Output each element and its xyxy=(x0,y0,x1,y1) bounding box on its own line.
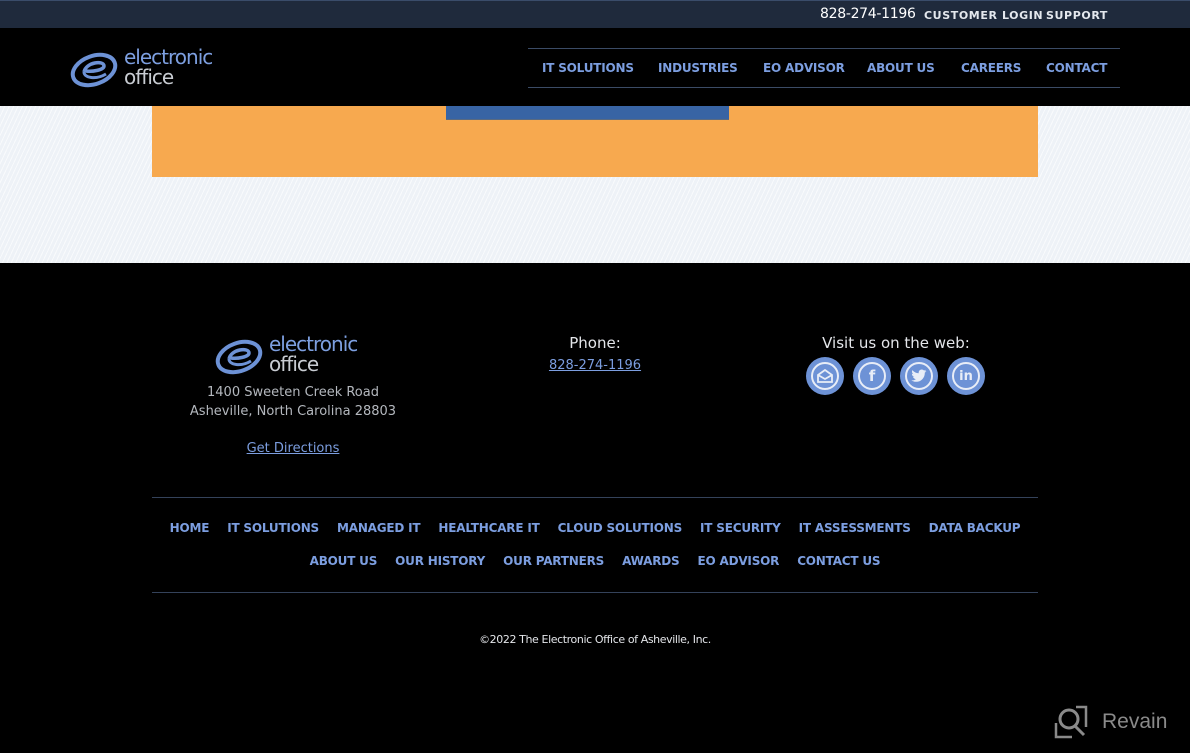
twitter-icon xyxy=(905,362,933,390)
email-button[interactable] xyxy=(806,357,844,395)
phone-label: Phone: xyxy=(569,334,621,352)
social-icons: f in xyxy=(806,357,985,395)
revain-text: Revain xyxy=(1102,710,1168,733)
footer-nav-it-assessments[interactable]: IT ASSESSMENTS xyxy=(799,521,911,535)
linkedin-button[interactable]: in xyxy=(947,357,985,395)
footer-nav-healthcare-it[interactable]: HEALTHCARE IT xyxy=(438,521,539,535)
customer-login-link[interactable]: CUSTOMER LOGIN xyxy=(924,9,1043,22)
swirl-e-logo-icon xyxy=(215,339,263,375)
twitter-button[interactable] xyxy=(900,357,938,395)
facebook-button[interactable]: f xyxy=(853,357,891,395)
facebook-icon: f xyxy=(858,362,886,390)
cta-button[interactable] xyxy=(446,106,729,120)
nav-about-us[interactable]: ABOUT US xyxy=(867,61,935,75)
footer-divider-bottom xyxy=(152,592,1038,593)
footer-nav-it-security[interactable]: IT SECURITY xyxy=(700,521,781,535)
footer-nav-home[interactable]: HOME xyxy=(170,521,210,535)
content-band xyxy=(0,106,1190,263)
topbar-phone[interactable]: 828-274-1196 xyxy=(820,6,916,22)
copyright: ©2022 The Electronic Office of Asheville… xyxy=(479,633,711,646)
logo-text-electronic: electronic xyxy=(269,332,358,356)
address-line-1: 1400 Sweeten Creek Road xyxy=(207,385,379,400)
cta-panel xyxy=(152,106,1038,177)
footer-nav-our-partners[interactable]: OUR PARTNERS xyxy=(503,554,604,568)
footer-nav-row-2: ABOUT US OUR HISTORY OUR PARTNERS AWARDS… xyxy=(152,554,1038,568)
footer-phone-link[interactable]: 828-274-1196 xyxy=(495,358,695,373)
footer-nav-eo-advisor[interactable]: EO ADVISOR xyxy=(698,554,780,568)
footer-nav-cloud-solutions[interactable]: CLOUD SOLUTIONS xyxy=(558,521,683,535)
footer-nav-our-history[interactable]: OUR HISTORY xyxy=(395,554,485,568)
main-nav: IT SOLUTIONS INDUSTRIES EO ADVISOR ABOUT… xyxy=(528,48,1120,88)
nav-it-solutions[interactable]: IT SOLUTIONS xyxy=(542,61,634,75)
address-line-2: Asheville, North Carolina 28803 xyxy=(189,404,397,419)
nav-contact[interactable]: CONTACT xyxy=(1046,61,1107,75)
nav-industries[interactable]: INDUSTRIES xyxy=(658,61,738,75)
email-icon xyxy=(811,362,839,390)
footer-nav-row-1: HOME IT SOLUTIONS MANAGED IT HEALTHCARE … xyxy=(152,521,1038,535)
nav-eo-advisor[interactable]: EO ADVISOR xyxy=(763,61,845,75)
logo-text-electronic: electronic xyxy=(124,45,213,69)
revain-logo-icon xyxy=(1054,705,1088,739)
footer-nav-it-solutions[interactable]: IT SOLUTIONS xyxy=(227,521,319,535)
footer-nav-data-backup[interactable]: DATA BACKUP xyxy=(929,521,1021,535)
site-header: electronic office IT SOLUTIONS INDUSTRIE… xyxy=(0,28,1190,106)
top-utility-bar: 828-274-1196 CUSTOMER LOGIN SUPPORT xyxy=(0,0,1190,28)
footer-divider-top xyxy=(152,497,1038,498)
logo-text-office: office xyxy=(124,65,174,89)
social-label: Visit us on the web: xyxy=(822,334,970,352)
logo-text-office: office xyxy=(269,352,319,376)
revain-watermark: Revain xyxy=(1054,705,1167,739)
footer-nav-contact-us[interactable]: CONTACT US xyxy=(797,554,880,568)
get-directions-link[interactable]: Get Directions xyxy=(150,441,436,456)
support-link[interactable]: SUPPORT xyxy=(1046,9,1108,22)
footer-nav-about-us[interactable]: ABOUT US xyxy=(310,554,378,568)
swirl-e-logo-icon xyxy=(70,52,118,88)
nav-careers[interactable]: CAREERS xyxy=(961,61,1021,75)
footer-nav-awards[interactable]: AWARDS xyxy=(622,554,680,568)
linkedin-icon: in xyxy=(952,362,980,390)
site-logo[interactable]: electronic office xyxy=(70,46,230,90)
footer-logo[interactable]: electronic office xyxy=(215,333,375,377)
footer-nav-managed-it[interactable]: MANAGED IT xyxy=(337,521,421,535)
site-footer: electronic office 1400 Sweeten Creek Roa… xyxy=(0,263,1190,753)
